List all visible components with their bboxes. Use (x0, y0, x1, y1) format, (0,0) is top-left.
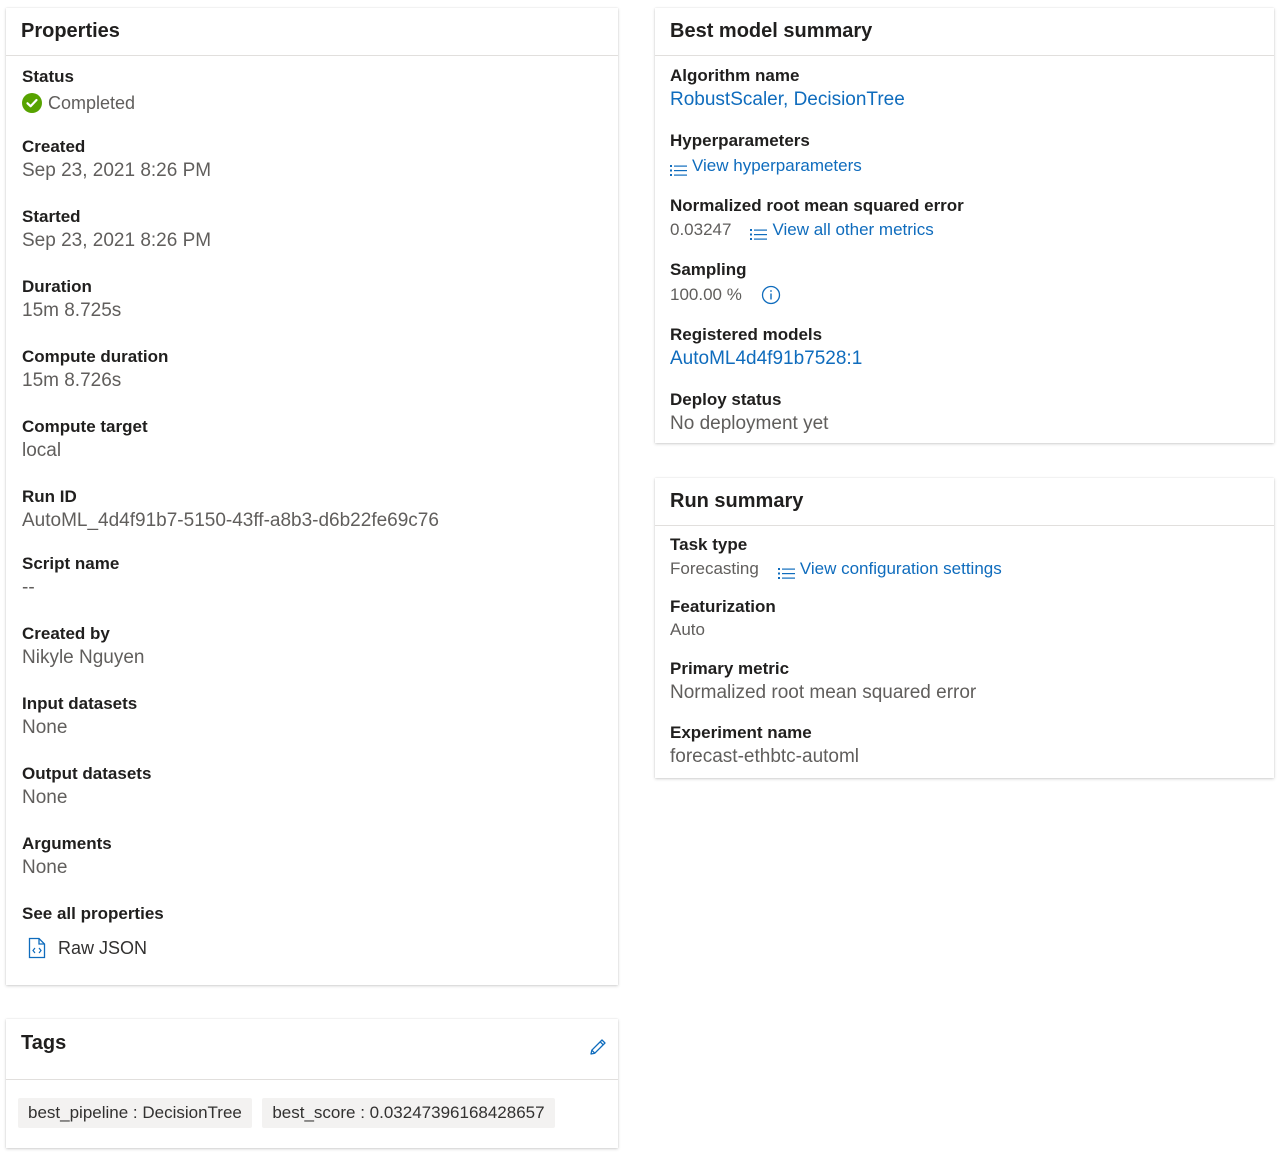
deploy-status-value: No deployment yet (670, 413, 829, 434)
created-value: Sep 23, 2021 8:26 PM (22, 160, 212, 181)
run-id-value: AutoML_4d4f91b7-5150-43ff-a8b3-d6b22fe69… (22, 510, 439, 531)
sampling-label: Sampling (670, 260, 747, 279)
check-circle-icon (22, 93, 42, 113)
featurization-label: Featurization (670, 597, 776, 616)
run-id-label: Run ID (22, 487, 77, 506)
nrmse-value: 0.03247 (670, 220, 732, 239)
input-datasets-value: None (22, 717, 68, 738)
properties-title: Properties (6, 8, 618, 56)
best-model-title: Best model summary (655, 8, 1274, 56)
featurization-value: Auto (670, 620, 705, 639)
see-all-label: See all properties (22, 904, 164, 923)
algorithm-label: Algorithm name (670, 66, 800, 85)
hyperparameters-field: Hyperparameters View hyperparameters (670, 130, 1258, 195)
script-name-value: -- (22, 577, 35, 598)
raw-json-button[interactable]: Raw JSON (28, 937, 602, 959)
started-field: Started Sep 23, 2021 8:26 PM (22, 206, 602, 276)
experiment-name-field: Experiment name forecast-ethbtc-automl (670, 722, 1258, 770)
input-datasets-label: Input datasets (22, 694, 138, 713)
registered-models-field: Registered models AutoML4d4f91b7528:1 (670, 324, 1258, 389)
sampling-value: 100.00 % (670, 285, 742, 304)
compute-duration-label: Compute duration (22, 347, 169, 366)
list-icon (777, 563, 795, 579)
compute-duration-value: 15m 8.726s (22, 370, 122, 391)
output-datasets-label: Output datasets (22, 764, 152, 783)
tag-best-pipeline: best_pipeline : DecisionTree (18, 1098, 252, 1128)
registered-model-link[interactable]: AutoML4d4f91b7528:1 (670, 346, 1258, 372)
code-file-icon (28, 937, 46, 959)
script-name-field: Script name -- (22, 553, 602, 623)
started-label: Started (22, 207, 81, 226)
created-field: Created Sep 23, 2021 8:26 PM (22, 136, 602, 206)
properties-card: Properties Status Completed Created Sep … (6, 8, 618, 985)
experiment-name-label: Experiment name (670, 723, 812, 742)
deploy-status-field: Deploy status No deployment yet (670, 389, 1258, 437)
input-datasets-field: Input datasets None (22, 693, 602, 763)
see-all-field: See all properties Raw JSON (22, 903, 602, 959)
run-id-field: Run ID AutoML_4d4f91b7-5150-43ff-a8b3-d6… (22, 486, 602, 553)
task-type-value: Forecasting (670, 559, 759, 578)
created-label: Created (22, 137, 86, 156)
created-by-value: Nikyle Nguyen (22, 647, 145, 668)
tags-list: best_pipeline : DecisionTree best_score … (6, 1080, 618, 1128)
duration-field: Duration 15m 8.725s (22, 276, 602, 346)
created-by-label: Created by (22, 624, 110, 643)
duration-value: 15m 8.725s (22, 300, 122, 321)
output-datasets-value: None (22, 787, 68, 808)
run-summary-card: Run summary Task type Forecasting View c… (655, 478, 1274, 778)
featurization-field: Featurization Auto (670, 596, 1258, 658)
primary-metric-value: Normalized root mean squared error (670, 682, 977, 703)
tags-title: Tags (21, 1032, 67, 1054)
algorithm-link[interactable]: RobustScaler, DecisionTree (670, 87, 1258, 113)
best-model-card: Best model summary Algorithm name Robust… (655, 8, 1274, 443)
created-by-field: Created by Nikyle Nguyen (22, 623, 602, 693)
experiment-name-value: forecast-ethbtc-automl (670, 746, 860, 767)
view-hyperparameters-link[interactable]: View hyperparameters (670, 154, 862, 178)
nrmse-label: Normalized root mean squared error (670, 196, 964, 215)
script-name-label: Script name (22, 554, 120, 573)
list-icon (750, 224, 768, 240)
raw-json-label: Raw JSON (58, 937, 148, 958)
view-all-metrics-link[interactable]: View all other metrics (750, 218, 934, 242)
deploy-status-label: Deploy status (670, 390, 782, 409)
nrmse-field: Normalized root mean squared error 0.032… (670, 195, 1258, 259)
run-summary-title: Run summary (655, 478, 1274, 526)
view-all-metrics-label: View all other metrics (772, 220, 934, 239)
algorithm-field: Algorithm name RobustScaler, DecisionTre… (670, 65, 1258, 130)
tags-card: Tags best_pipeline : DecisionTree best_s… (6, 1019, 618, 1148)
edit-pencil-icon[interactable] (588, 1037, 608, 1057)
compute-target-field: Compute target local (22, 416, 602, 486)
arguments-field: Arguments None (22, 833, 602, 903)
info-icon[interactable] (761, 285, 781, 305)
compute-target-value: local (22, 440, 62, 461)
primary-metric-label: Primary metric (670, 659, 790, 678)
tag-best-score: best_score : 0.03247396168428657 (262, 1098, 555, 1128)
view-configuration-link[interactable]: View configuration settings (777, 557, 1002, 581)
status-value: Completed (48, 93, 136, 113)
task-type-label: Task type (670, 535, 748, 554)
arguments-label: Arguments (22, 834, 112, 853)
arguments-value: None (22, 857, 68, 878)
registered-models-label: Registered models (670, 325, 823, 344)
started-value: Sep 23, 2021 8:26 PM (22, 230, 212, 251)
view-hyperparameters-label: View hyperparameters (692, 156, 862, 175)
status-field: Status Completed (22, 66, 602, 136)
sampling-field: Sampling 100.00 % (670, 259, 1258, 324)
compute-duration-field: Compute duration 15m 8.726s (22, 346, 602, 416)
duration-label: Duration (22, 277, 92, 296)
view-configuration-label: View configuration settings (799, 559, 1002, 578)
tags-header: Tags (6, 1019, 618, 1080)
list-icon (670, 160, 687, 176)
hyperparameters-label: Hyperparameters (670, 131, 810, 150)
primary-metric-field: Primary metric Normalized root mean squa… (670, 658, 1258, 722)
compute-target-label: Compute target (22, 417, 148, 436)
task-type-field: Task type Forecasting View configuration… (670, 534, 1258, 596)
status-label: Status (22, 67, 74, 86)
output-datasets-field: Output datasets None (22, 763, 602, 833)
